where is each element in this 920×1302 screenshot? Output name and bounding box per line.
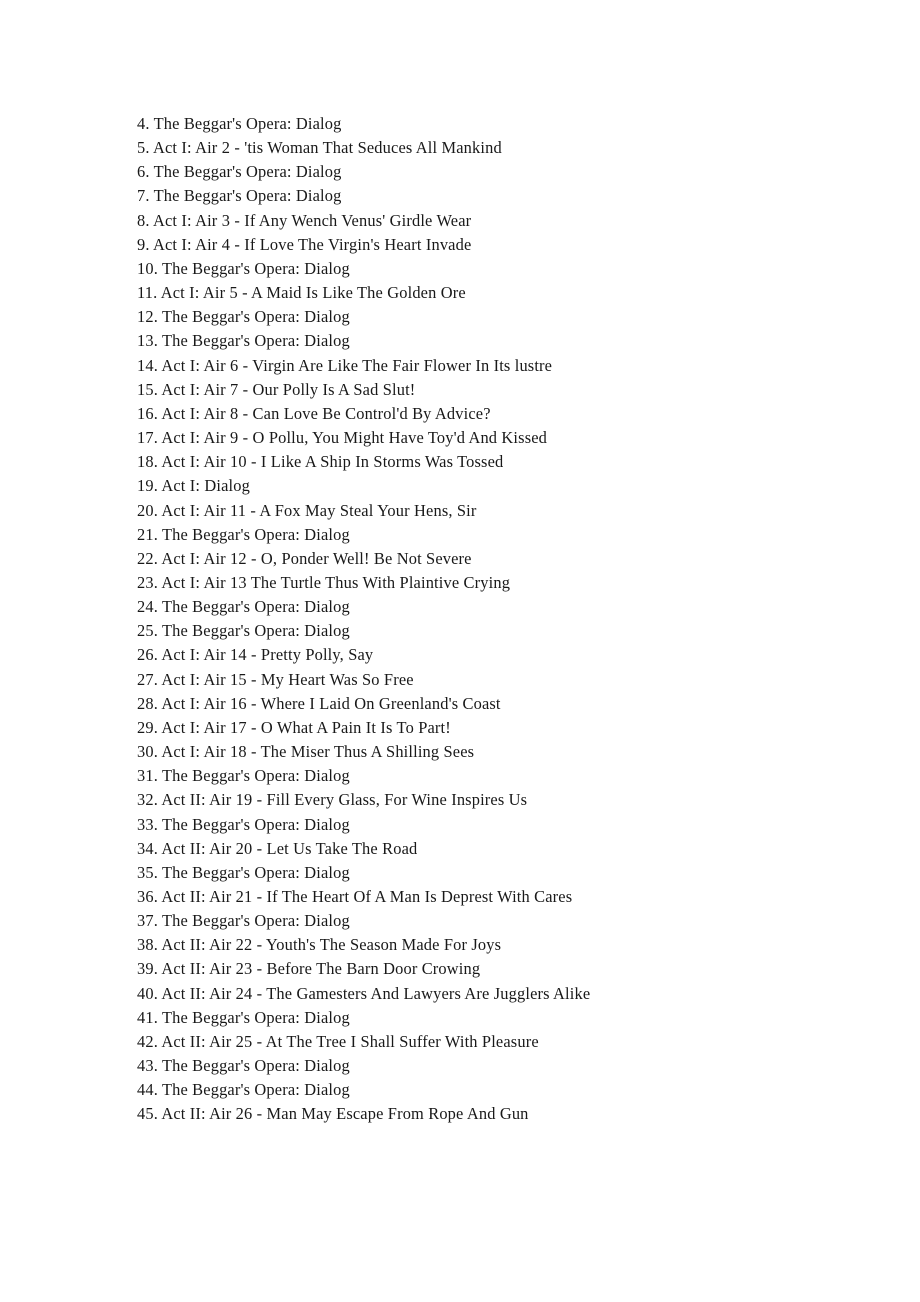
list-item: 19. Act I: Dialog — [137, 476, 250, 496]
list-item: 7. The Beggar's Opera: Dialog — [137, 186, 342, 206]
list-item: 37. The Beggar's Opera: Dialog — [137, 911, 350, 931]
list-item: 35. The Beggar's Opera: Dialog — [137, 862, 350, 882]
list-item: 29. Act I: Air 17 - O What A Pain It Is … — [137, 717, 451, 737]
list-item: 14. Act I: Air 6 - Virgin Are Like The F… — [137, 355, 553, 375]
list-item: 23. Act I: Air 13 The Turtle Thus With P… — [137, 572, 511, 592]
list-item: 5. Act I: Air 2 - 'tis Woman That Seduce… — [137, 138, 502, 158]
list-item: 16. Act I: Air 8 - Can Love Be Control'd… — [137, 403, 491, 423]
list-item: 41. The Beggar's Opera: Dialog — [137, 1007, 350, 1027]
list-item: 33. The Beggar's Opera: Dialog — [137, 814, 350, 834]
list-item: 6. The Beggar's Opera: Dialog — [137, 162, 342, 182]
list-item: 25. The Beggar's Opera: Dialog — [137, 621, 350, 641]
list-item: 20. Act I: Air 11 - A Fox May Steal Your… — [137, 500, 477, 520]
track-listing: 4. The Beggar's Opera: Dialog 5. Act I: A… — [137, 112, 857, 1127]
list-item: 32. Act II: Air 19 - Fill Every Glass, F… — [137, 790, 528, 810]
list-item: 39. Act II: Air 23 - Before The Barn Doo… — [137, 959, 481, 979]
list-item: 44. The Beggar's Opera: Dialog — [137, 1080, 350, 1100]
list-item: 36. Act II: Air 21 - If The Heart Of A M… — [137, 887, 573, 906]
list-item: 12. The Beggar's Opera: Dialog — [137, 307, 350, 327]
list-item: 45. Act II: Air 26 - Man May Escape From… — [137, 1104, 529, 1124]
list-item: 24. The Beggar's Opera: Dialog — [137, 597, 350, 617]
list-item: 17. Act I: Air 9 - O Pollu, You Might Ha… — [137, 428, 548, 448]
list-item: 21. The Beggar's Opera: Dialog — [137, 524, 350, 544]
list-item: 43. The Beggar's Opera: Dialog — [137, 1056, 350, 1076]
document-page: 4. The Beggar's Opera: Dialog 5. Act I: A… — [0, 0, 920, 1302]
list-item: 40. Act II: Air 24 - The Gamesters And L… — [137, 983, 591, 1003]
list-item: 31. The Beggar's Opera: Dialog — [137, 766, 350, 786]
list-item: 10. The Beggar's Opera: Dialog — [137, 258, 350, 278]
list-item: 8. Act I: Air 3 - If Any Wench Venus' Gi… — [137, 210, 472, 230]
list-item: 27. Act I: Air 15 - My Heart Was So Free — [137, 669, 414, 689]
list-item: 34. Act II: Air 20 - Let Us Take The Roa… — [137, 838, 418, 858]
list-item: 30. Act I: Air 18 - The Miser Thus A Shi… — [137, 742, 475, 762]
list-item: 38. Act II: Air 22 - Youth's The Season … — [137, 935, 502, 955]
list-item: 22. Act I: Air 12 - O, Ponder Well! Be N… — [137, 548, 472, 568]
list-item: 18. Act I: Air 10 - I Like A Ship In Sto… — [137, 452, 504, 472]
list-item: 15. Act I: Air 7 - Our Polly Is A Sad Sl… — [137, 379, 416, 399]
list-item: 4. The Beggar's Opera: Dialog — [137, 114, 342, 133]
list-item: 42. Act II: Air 25 - At The Tree I Shall… — [137, 1031, 539, 1051]
list-item: 11. Act I: Air 5 - A Maid Is Like The Go… — [137, 283, 466, 303]
list-item: 26. Act I: Air 14 - Pretty Polly, Say — [137, 645, 374, 665]
list-item: 28. Act I: Air 16 - Where I Laid On Gree… — [137, 693, 501, 713]
list-item: 13. The Beggar's Opera: Dialog — [137, 331, 350, 351]
list-item: 9. Act I: Air 4 - If Love The Virgin's H… — [137, 234, 472, 254]
